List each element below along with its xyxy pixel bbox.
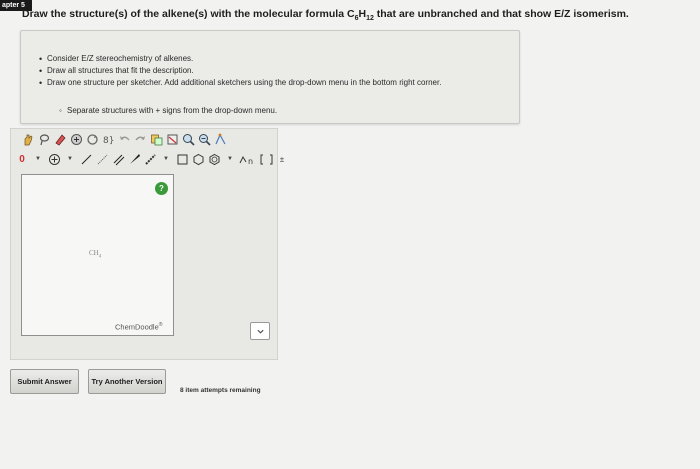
atom-icon[interactable] xyxy=(213,132,227,146)
try-another-version-button[interactable]: Try Another Version xyxy=(88,369,166,394)
zoom-fit-icon[interactable] xyxy=(69,132,83,146)
instructions-panel: Consider E/Z stereochemistry of alkenes.… xyxy=(20,30,520,124)
sketcher-toolbar-bottom: 0 ▼ ▼ ▼ ▼ n ± xyxy=(15,151,289,167)
question-part-2: H xyxy=(358,8,367,20)
charge-plus-icon[interactable] xyxy=(47,152,61,166)
clear-icon[interactable] xyxy=(165,132,179,146)
chemdoodle-sketcher: 8} 0 ▼ ▼ ▼ ▼ n ± ? CH4 ChemDoodle® xyxy=(10,128,284,360)
question-part-3: that are unbranched and that show E/Z is… xyxy=(373,8,629,20)
rotate-icon[interactable] xyxy=(85,132,99,146)
dashed-bond-icon[interactable] xyxy=(143,152,157,166)
instruction-item: Draw one structure per sketcher. Add add… xyxy=(39,77,441,89)
hashed-bond-icon[interactable] xyxy=(95,152,109,166)
ring-benzene-icon[interactable] xyxy=(207,152,221,166)
chevron-down-icon[interactable]: ▼ xyxy=(159,152,173,166)
add-sketcher-dropdown[interactable] xyxy=(250,322,270,340)
methane-label-main: CH xyxy=(89,249,99,257)
double-bond-icon[interactable] xyxy=(111,152,125,166)
single-bond-icon[interactable] xyxy=(79,152,93,166)
chemdoodle-logo-mark: ® xyxy=(158,322,163,328)
ring-cyclopropane-icon[interactable] xyxy=(175,152,189,166)
sketcher-canvas[interactable]: ? CH4 ChemDoodle® xyxy=(21,174,174,336)
lasso-icon[interactable] xyxy=(37,132,51,146)
redo-icon[interactable] xyxy=(133,132,147,146)
chevron-down-icon[interactable]: ▼ xyxy=(223,152,237,166)
sketcher-toolbar-top: 8} xyxy=(21,131,227,147)
chevron-down-icon[interactable]: ▼ xyxy=(63,152,77,166)
zoom-in-icon[interactable] xyxy=(181,132,195,146)
methane-label-sub: 4 xyxy=(98,254,102,260)
chemdoodle-logo-text: ChemDoodle xyxy=(115,322,159,332)
methane-label: CH4 xyxy=(89,249,101,259)
chemdoodle-logo: ChemDoodle® xyxy=(115,322,162,332)
eraser-icon[interactable] xyxy=(53,132,67,146)
instruction-item: Consider E/Z stereochemistry of alkenes. xyxy=(39,53,441,65)
copy-icon[interactable] xyxy=(149,132,163,146)
chevron-down-icon[interactable]: ▼ xyxy=(31,152,45,166)
instruction-sub-item: Separate structures with + signs from th… xyxy=(59,106,277,115)
wedge-bond-icon[interactable] xyxy=(127,152,141,166)
ring-cyclohexane-icon[interactable] xyxy=(191,152,205,166)
instruction-item: Draw all structures that fit the descrip… xyxy=(39,65,441,77)
help-button[interactable]: ? xyxy=(155,182,168,195)
plus-minus-icon[interactable]: ± xyxy=(275,152,289,166)
chain-n-label: n xyxy=(248,157,253,166)
zoom-out-icon[interactable] xyxy=(197,132,211,146)
formula-subscript-12: 12 xyxy=(366,15,374,23)
question-part-1: Draw the structure(s) of the alkene(s) w… xyxy=(22,8,355,20)
question-text: Draw the structure(s) of the alkene(s) w… xyxy=(22,8,662,22)
undo-icon[interactable] xyxy=(117,132,131,146)
instructions-list: Consider E/Z stereochemistry of alkenes.… xyxy=(39,53,441,89)
submit-answer-button[interactable]: Submit Answer xyxy=(10,369,79,394)
charge-zero-icon[interactable]: 0 xyxy=(15,152,29,166)
flip-icon[interactable]: 8} xyxy=(101,132,115,146)
bracket-icon[interactable] xyxy=(259,152,273,166)
chain-icon[interactable]: n xyxy=(239,152,257,166)
chevron-down-icon xyxy=(256,329,264,334)
attempts-remaining: 8 item attempts remaining xyxy=(180,387,261,394)
svg-text:8}: 8} xyxy=(103,136,114,146)
hand-icon[interactable] xyxy=(21,132,35,146)
